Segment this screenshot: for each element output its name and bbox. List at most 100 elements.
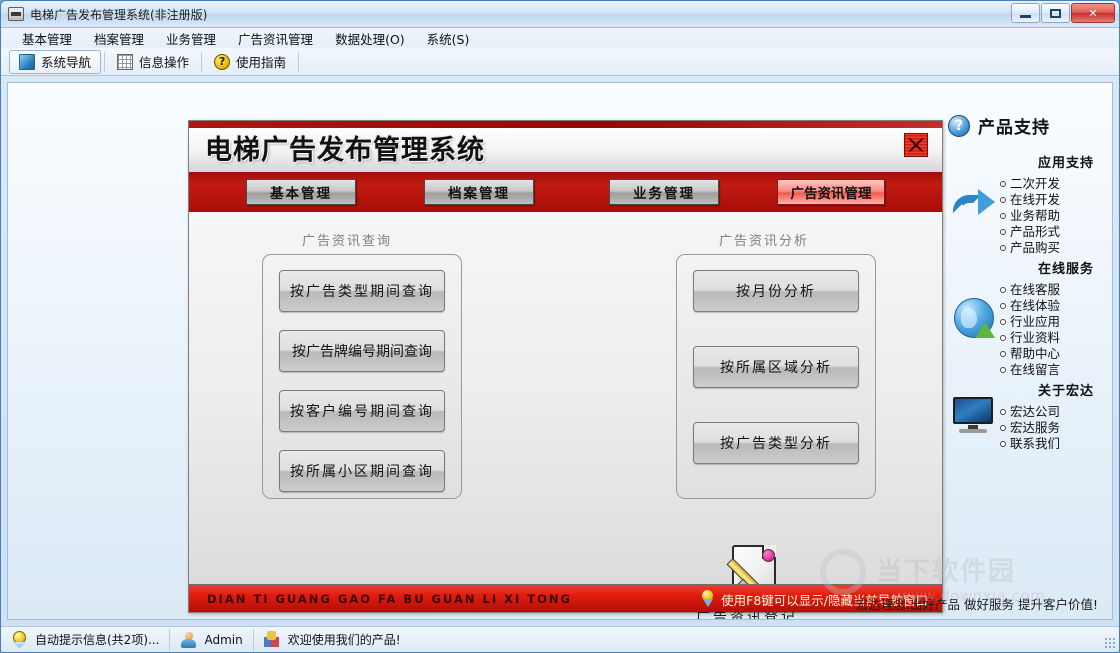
sidebar-link-industry-apps[interactable]: 行业应用 (1000, 314, 1098, 330)
minimize-button[interactable] (1011, 3, 1040, 23)
menu-item-data-process[interactable]: 数据处理(O) (324, 27, 416, 50)
menu-item-business[interactable]: 业务管理 (155, 27, 227, 50)
sidebar-link-label: 帮助中心 (1010, 346, 1061, 361)
panel-tab-ad-info[interactable]: 广告资讯管理 (777, 179, 885, 205)
sidebar-link-label: 在线体验 (1010, 298, 1061, 313)
bullet-icon (1000, 303, 1006, 309)
resize-grip[interactable] (1104, 637, 1116, 649)
panel-tab-bar: 基本管理 档案管理 业务管理 广告资讯管理 (189, 172, 942, 212)
menu-item-archive[interactable]: 档案管理 (83, 27, 155, 50)
window-title: 电梯广告发布管理系统(非注册版) (30, 7, 208, 22)
sidebar-section-app-support: 应用支持 二次开发 在线开发 业务帮助 产品形式 产品购买 (948, 152, 1098, 256)
left-group-label: 广告资讯查询 (302, 234, 393, 249)
toolbar-label-guide: 使用指南 (236, 55, 287, 70)
sidebar-link-label: 业务帮助 (1010, 208, 1061, 223)
status-bar: 自动提示信息(共2项)... Admin 欢迎使用我们的产品! (1, 626, 1119, 652)
sidebar-title: 产品支持 (978, 118, 1050, 138)
bullet-icon (1000, 351, 1006, 357)
monitor-icon (951, 397, 997, 435)
title-bar: 电梯广告发布管理系统(非注册版) ✕ (1, 1, 1119, 28)
sidebar-list: 在线服务 在线客服 在线体验 行业应用 行业资料 帮助中心 在线留言 (1000, 258, 1098, 378)
sidebar-link-label: 联系我们 (1010, 436, 1061, 451)
user-icon (180, 631, 197, 648)
bullet-icon (1000, 287, 1006, 293)
sidebar-section-title-online-service: 在线服务 (1037, 262, 1094, 277)
sidebar-link-label: 行业应用 (1010, 314, 1061, 329)
sidebar-link-product-purchase[interactable]: 产品购买 (1000, 240, 1098, 256)
sidebar-link-online-support[interactable]: 在线客服 (1000, 282, 1098, 298)
panel-title: 电梯广告发布管理系统 (205, 134, 485, 166)
panel-tab-basic[interactable]: 基本管理 (246, 179, 356, 205)
product-support-sidebar: ? 产品支持 应用支持 二次开发 在线开发 业务帮助 产品形式 产品购买 在线服… (948, 113, 1098, 613)
status-cell-auto-tip[interactable]: 自动提示信息(共2项)... (1, 628, 171, 651)
navigation-panel: 电梯广告发布管理系统 基本管理 档案管理 业务管理 广告资讯管理 广告资讯查询 … (188, 120, 943, 619)
sidebar-link-industry-docs[interactable]: 行业资料 (1000, 330, 1098, 346)
sidebar-link-contact[interactable]: 联系我们 (1000, 436, 1098, 452)
bullet-icon (1000, 181, 1006, 187)
sidebar-link-label: 宏达服务 (1010, 420, 1061, 435)
sidebar-link-help-center[interactable]: 帮助中心 (1000, 346, 1098, 362)
toolbar-separator (201, 51, 203, 72)
window-controls: ✕ (1011, 3, 1115, 23)
bullet-icon (1000, 335, 1006, 341)
question-mark-icon: ? (214, 53, 231, 70)
sidebar-link-label: 在线留言 (1010, 362, 1061, 377)
sidebar-link-secondary-dev[interactable]: 二次开发 (1000, 176, 1098, 192)
pencil-eraser (762, 549, 775, 562)
sidebar-icon-slot (948, 258, 1000, 378)
query-by-ad-type-button[interactable]: 按广告类型期间查询 (279, 270, 445, 312)
bulb-icon (11, 631, 28, 648)
bullet-icon (1000, 367, 1006, 373)
bullet-icon (1000, 197, 1006, 203)
analyze-by-region-button[interactable]: 按所属区域分析 (693, 346, 859, 388)
close-button[interactable]: ✕ (1071, 3, 1115, 23)
sidebar-link-company[interactable]: 宏达公司 (1000, 404, 1098, 420)
sidebar-icon-slot (948, 152, 1000, 256)
sidebar-link-business-help[interactable]: 业务帮助 (1000, 208, 1098, 224)
bullet-icon (1000, 409, 1006, 415)
toolbar: 系统导航 信息操作 ? 使用指南 (1, 48, 1119, 76)
sidebar-link-label: 行业资料 (1010, 330, 1061, 345)
status-welcome-label: 欢迎使用我们的产品! (287, 633, 401, 647)
sidebar-link-online-demo[interactable]: 在线体验 (1000, 298, 1098, 314)
analyze-by-month-button[interactable]: 按月份分析 (693, 270, 859, 312)
company-slogan: 宏达理念:出好产品 做好服务 提升客户价值! (855, 597, 1098, 612)
analyze-by-ad-type-button[interactable]: 按广告类型分析 (693, 422, 859, 464)
globe-arrow-icon (954, 298, 995, 338)
toolbar-button-info-ops[interactable]: 信息操作 (108, 50, 198, 74)
sidebar-list: 关于宏达 宏达公司 宏达服务 联系我们 (1000, 380, 1098, 452)
query-by-community-button[interactable]: 按所属小区期间查询 (279, 450, 445, 492)
panel-title-bar: 电梯广告发布管理系统 (189, 128, 942, 172)
bullet-icon (1000, 213, 1006, 219)
query-by-board-no-button[interactable]: 按广告牌编号期间查询 (279, 330, 445, 372)
panel-pinyin-text: DIAN TI GUANG GAO FA BU GUAN LI XI TONG (207, 592, 572, 606)
query-by-customer-no-button[interactable]: 按客户编号期间查询 (279, 390, 445, 432)
panel-close-icon[interactable] (904, 133, 928, 157)
status-user-label: Admin (204, 632, 243, 647)
sidebar-link-product-form[interactable]: 产品形式 (1000, 224, 1098, 240)
toolbar-separator (104, 51, 106, 72)
menu-item-system[interactable]: 系统(S) (416, 27, 481, 50)
navigation-icon (19, 53, 35, 70)
bullet-icon (1000, 245, 1006, 251)
status-cell-user[interactable]: Admin (170, 628, 254, 651)
question-circle-icon: ? (948, 114, 970, 137)
blue-arrow-icon (953, 185, 995, 223)
panel-tab-business[interactable]: 业务管理 (609, 179, 719, 205)
maximize-button[interactable] (1041, 3, 1070, 23)
toolbar-button-guide[interactable]: ? 使用指南 (205, 50, 295, 74)
minimize-icon (1020, 15, 1031, 18)
sidebar-icon-slot (948, 380, 1000, 452)
sidebar-link-online-message[interactable]: 在线留言 (1000, 362, 1098, 378)
maximize-icon (1050, 8, 1061, 18)
toolbar-button-navigation[interactable]: 系统导航 (9, 49, 102, 74)
menu-item-ad-info[interactable]: 广告资讯管理 (227, 27, 324, 50)
sidebar-link-label: 产品购买 (1010, 240, 1061, 255)
sidebar-link-label: 二次开发 (1010, 176, 1061, 191)
bullet-icon (1000, 229, 1006, 235)
sidebar-link-service[interactable]: 宏达服务 (1000, 420, 1098, 436)
sidebar-link-online-dev[interactable]: 在线开发 (1000, 192, 1098, 208)
menu-item-basic[interactable]: 基本管理 (11, 27, 83, 50)
panel-tab-archive[interactable]: 档案管理 (424, 179, 534, 205)
toolbar-separator (298, 51, 300, 72)
